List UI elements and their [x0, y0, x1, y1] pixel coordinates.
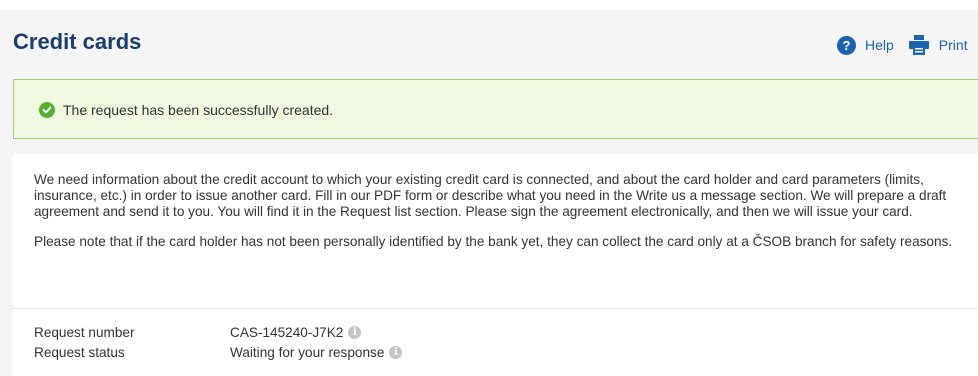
- success-alert: The request has been successfully create…: [13, 79, 978, 139]
- notice-paragraph: Please note that if the card holder has …: [34, 234, 953, 249]
- success-message: The request has been successfully create…: [63, 102, 334, 118]
- page-title: Credit cards: [13, 29, 142, 54]
- page-background: Credit cards ? Help Print The request ha…: [0, 10, 978, 376]
- request-details: Request number CAS-145240-J7K2 i Request…: [34, 322, 403, 362]
- info-icon[interactable]: i: [389, 345, 403, 359]
- field-value-wrap: CAS-145240-J7K2 i: [230, 324, 362, 340]
- field-label: Request status: [34, 344, 125, 360]
- print-link[interactable]: Print: [939, 37, 968, 53]
- request-status-row: Request status Waiting for your response…: [34, 342, 403, 362]
- info-icon[interactable]: i: [348, 325, 362, 339]
- print-icon[interactable]: [908, 35, 930, 55]
- field-label: Request number: [34, 324, 135, 340]
- divider: [13, 308, 978, 309]
- check-circle-icon: [39, 102, 55, 118]
- page-header: Credit cards ? Help Print: [0, 10, 978, 78]
- help-link[interactable]: Help: [865, 37, 894, 53]
- request-number-row: Request number CAS-145240-J7K2 i: [34, 322, 402, 342]
- request-status-value: Waiting for your response: [230, 344, 385, 360]
- request-number-value: CAS-145240-J7K2: [230, 324, 344, 340]
- header-tools: ? Help Print: [837, 35, 968, 55]
- request-info-panel: We need information about the credit acc…: [13, 154, 978, 376]
- help-icon[interactable]: ?: [837, 35, 856, 55]
- field-value-wrap: Waiting for your response i: [230, 344, 403, 360]
- info-paragraph: We need information about the credit acc…: [34, 172, 947, 219]
